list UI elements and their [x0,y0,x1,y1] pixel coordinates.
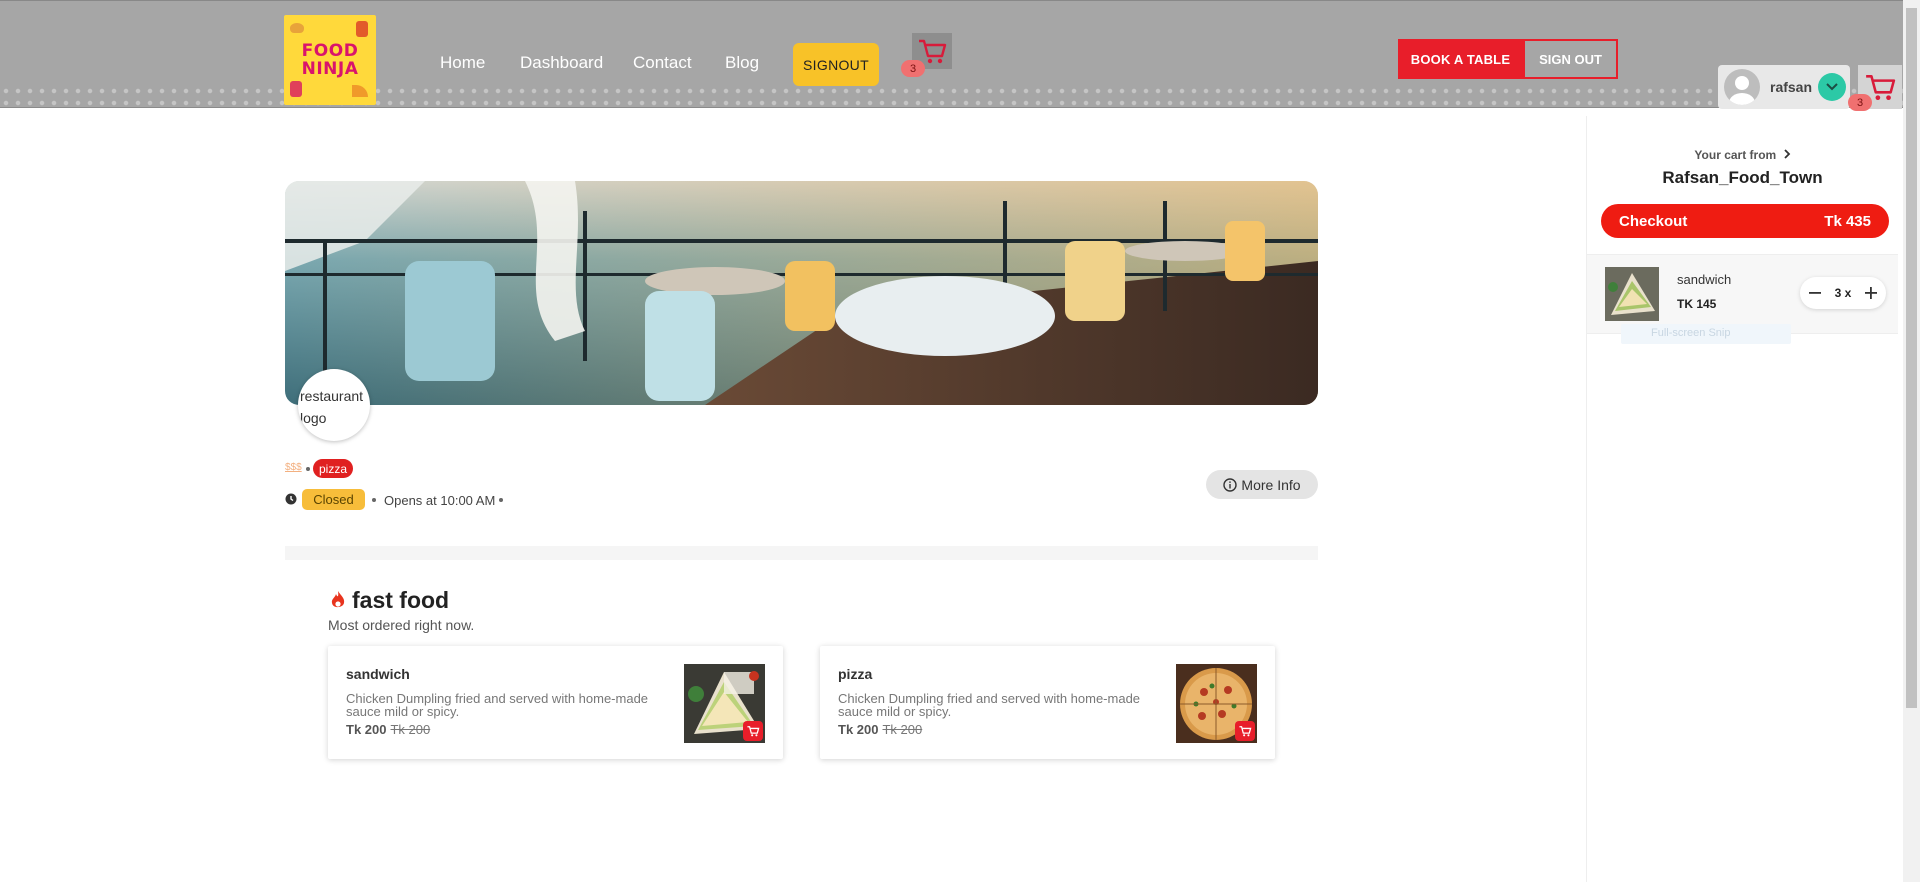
sandwich-image [684,664,765,743]
checkout-label: Checkout [1619,212,1688,230]
ghost-tooltip: Full-screen Snip [1621,324,1791,344]
nav-blog[interactable]: Blog [725,53,759,73]
section-subtitle: Most ordered right now. [328,617,475,633]
burger-icon [290,23,304,33]
price-old: Tk 200 [390,722,431,737]
separator-dot [372,498,376,502]
separator-dot [499,498,503,502]
price-current: Tk 200 [346,722,387,737]
scrollbar-thumb[interactable] [1906,8,1917,708]
chevron-down-icon [1826,83,1838,91]
section-divider [285,546,1318,560]
plus-icon [1865,287,1877,299]
menu-item-name: pizza [838,666,873,682]
cart-item-price: TK 145 [1677,297,1717,311]
checkout-total: Tk 435 [1824,212,1871,230]
sandwich-thumb [1605,267,1659,321]
restaurant-cover-image [285,181,1318,405]
menu-item-name: sandwich [346,666,410,682]
app-root: FOOD NINJA Home Dashboard Contact Blog S… [0,0,1920,882]
opening-hours: Opens at 10:00 AM [384,493,496,508]
cuisine-tag[interactable]: pizza [313,459,354,478]
restaurant-terrace-photo [285,181,1318,405]
restaurant-logo: restaurant logo [298,369,370,441]
chevron-right-icon [1783,149,1790,159]
menu-item-description: Chicken Dumpling fried and served with h… [346,691,649,719]
avatar [1724,69,1760,105]
add-cart-icon [1239,726,1252,737]
separator-dot [306,467,310,471]
more-info-button[interactable]: More Info [1206,470,1318,499]
menu-item-card[interactable]: sandwich Chicken Dumpling fried and serv… [328,646,783,759]
info-icon [1223,477,1238,492]
more-info-label: More Info [1241,476,1301,493]
menu-item-description: Chicken Dumpling fried and served with h… [838,691,1141,719]
menu-item-price: Tk 200 Tk 200 [838,722,922,737]
price-old: Tk 200 [882,722,923,737]
add-cart-icon [747,726,760,737]
drink-icon [290,81,302,97]
hotdog-icon [356,21,368,37]
add-to-cart-button[interactable] [743,721,763,741]
status-badge: Closed [302,489,365,510]
nav-contact[interactable]: Contact [633,53,692,73]
cart-from-label[interactable]: Your cart from [1587,148,1898,162]
nav-home[interactable]: Home [440,53,485,73]
food-ninja-logo[interactable]: FOOD NINJA [284,15,376,105]
decrease-button[interactable] [1806,284,1824,302]
minus-icon [1809,292,1821,294]
clock-icon [285,493,297,505]
book-table-button[interactable]: BOOK A TABLE [1398,39,1523,79]
cart-count-badge: 3 [901,60,925,77]
user-menu[interactable]: rafsan [1718,65,1850,109]
username: rafsan [1770,79,1813,95]
logo-line-1: FOOD [301,41,359,61]
cart-item: sandwich TK 145 3 x [1587,254,1898,334]
checkout-button[interactable]: Checkout Tk 435 [1601,204,1889,238]
user-dropdown-toggle[interactable] [1818,73,1846,101]
pizza-slice-icon [352,85,368,97]
cart-side-panel: Your cart from Rafsan_Food_Town Checkout… [1586,116,1920,882]
price-current: Tk 200 [838,722,879,737]
menu-item-price: Tk 200 Tk 200 [346,722,430,737]
cart-restaurant-name: Rafsan_Food_Town [1662,168,1823,187]
cart-item-image [1605,267,1659,321]
cart-from-text: Your cart from [1694,148,1777,162]
increase-button[interactable] [1862,284,1880,302]
top-header: FOOD NINJA Home Dashboard Contact Blog S… [0,0,1920,108]
quantity-value: 3 x [1834,286,1852,300]
logo-line-2: NINJA [301,59,359,79]
cart-item-name: sandwich [1677,272,1732,287]
quantity-stepper: 3 x [1800,277,1886,309]
signout-button[interactable]: SIGNOUT [793,43,879,86]
pizza-image [1176,664,1257,743]
cart-count-badge-right: 3 [1848,94,1872,111]
menu-item-card[interactable]: pizza Chicken Dumpling fried and served … [820,646,1275,759]
section-title: fast food [352,587,450,613]
flame-icon [331,591,345,608]
user-avatar-icon [1729,76,1755,105]
price-range: $$$ [285,462,302,473]
add-to-cart-button[interactable] [1235,721,1255,741]
nav-dashboard[interactable]: Dashboard [520,53,603,73]
signout-outline-button[interactable]: SIGN OUT [1523,39,1618,79]
